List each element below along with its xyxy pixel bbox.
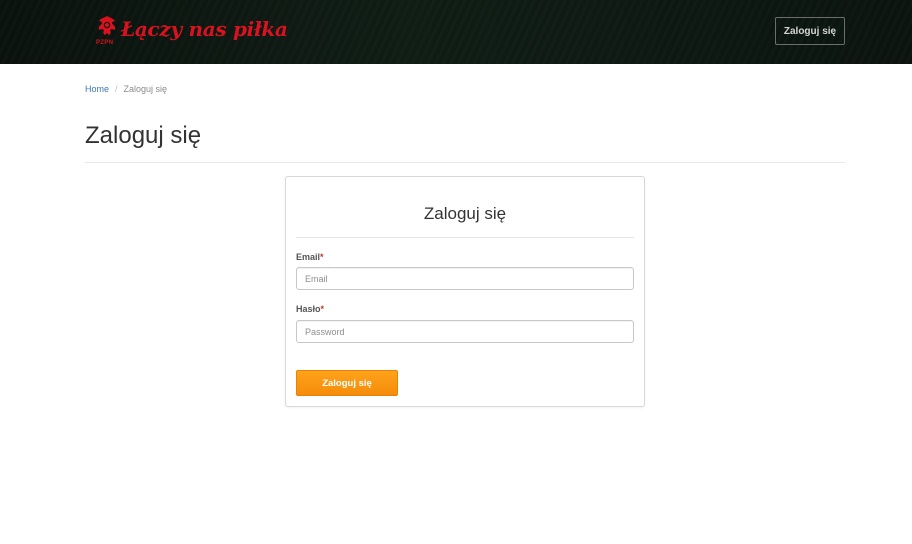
- header-login-button[interactable]: Zaloguj się: [775, 17, 845, 45]
- panel-divider: [296, 237, 634, 238]
- breadcrumb: Home / Zaloguj się: [85, 84, 167, 94]
- breadcrumb-current: Zaloguj się: [123, 84, 168, 94]
- email-input[interactable]: [296, 267, 634, 290]
- breadcrumb-separator: /: [115, 84, 118, 94]
- login-submit-button[interactable]: Zaloguj się: [296, 370, 398, 396]
- email-label-text: Email: [296, 252, 321, 262]
- login-panel-title: Zaloguj się: [423, 204, 507, 223]
- top-navbar: PZPN Łączy nas piłka Zaloguj się: [0, 0, 912, 64]
- password-label: Hasło*: [296, 304, 324, 314]
- site-logo[interactable]: PZPN Łączy nas piłka: [95, 14, 288, 50]
- password-required-marker: *: [320, 304, 325, 314]
- password-label-text: Hasło: [296, 304, 321, 314]
- logo-wordmark: Łączy nas piłka: [121, 17, 288, 41]
- title-divider: [85, 162, 845, 163]
- logo-badge: PZPN: [96, 40, 114, 46]
- pzpn-eagle-emblem-icon: PZPN: [95, 14, 119, 48]
- login-panel: Zaloguj się Email* Hasło* Zaloguj się: [285, 176, 645, 407]
- breadcrumb-home-link[interactable]: Home: [85, 84, 109, 94]
- page-title: Zaloguj się: [85, 122, 202, 149]
- email-label: Email*: [296, 252, 324, 262]
- email-required-marker: *: [320, 252, 324, 262]
- password-input[interactable]: [296, 320, 634, 343]
